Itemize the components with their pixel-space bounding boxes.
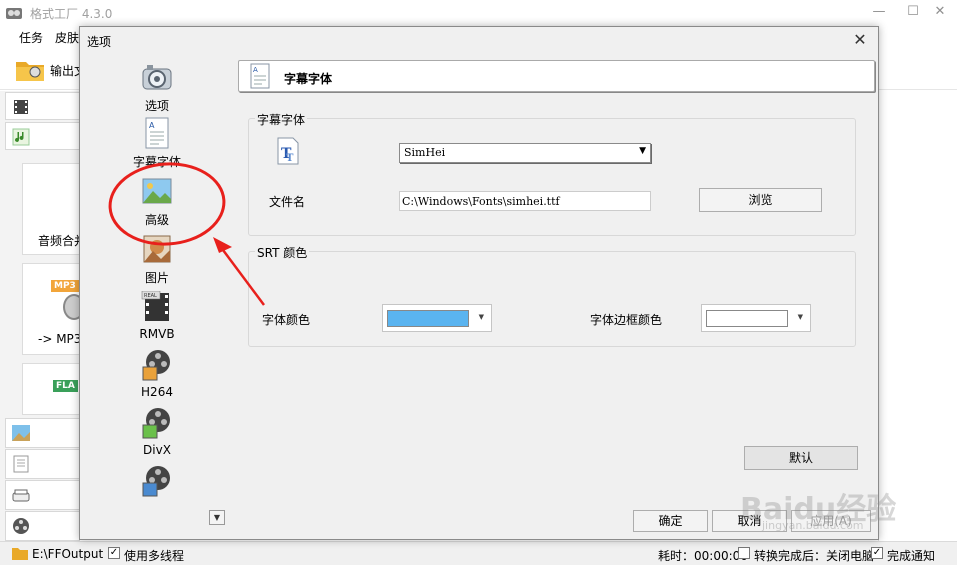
nav-item-divx[interactable]: DivX	[115, 407, 199, 463]
subtitle-font-group: 字幕字体 T T SimHei ▼ 文件名 C:\Windows\Fonts\s…	[248, 111, 856, 236]
font-color-picker[interactable]: ▼	[382, 304, 492, 332]
minimize-icon[interactable]: —	[867, 4, 891, 22]
dialog-close-icon[interactable]: ✕	[850, 30, 870, 49]
nav-item-subtitle-font[interactable]: A 字幕字体	[115, 117, 199, 173]
svg-text:A: A	[149, 121, 155, 130]
options-nav: 选项 A 字幕字体 高级 图片 REAL RMVB H264 DivX ▼	[80, 57, 230, 525]
picture-icon	[143, 235, 171, 263]
nav-label-advanced: 高级	[144, 213, 169, 227]
border-color-swatch	[706, 310, 788, 327]
srt-color-group-title: SRT 颜色	[255, 244, 310, 261]
video-category-icon	[14, 100, 28, 114]
default-button[interactable]: 默认	[744, 446, 858, 470]
tools-film-icon	[13, 518, 29, 534]
statusbar: E:\FFOutput ✓ 使用多线程 耗时：00:00:00 转换完成后：关闭…	[0, 541, 957, 565]
chevron-down-icon: ▼	[797, 313, 803, 321]
tile-fla[interactable]: FLA	[22, 363, 80, 415]
border-color-picker[interactable]: ▼	[701, 304, 811, 332]
chevron-down-icon: ▼	[639, 146, 646, 156]
chevron-down-icon: ▼	[478, 313, 484, 321]
nav-item-options[interactable]: 选项	[115, 61, 199, 117]
multithread-label: 使用多线程	[124, 549, 185, 563]
nav-label-h264: H264	[141, 385, 173, 399]
maximize-icon[interactable]: ☐	[901, 4, 925, 22]
category-audio-tab[interactable]	[5, 122, 80, 150]
font-file-value: C:\Windows\Fonts\simhei.ttf	[402, 195, 560, 208]
app-logo-icon	[6, 8, 22, 19]
nav-label-subtitle-font: 字幕字体	[132, 155, 181, 169]
multithread-checkbox[interactable]: ✓	[108, 547, 120, 559]
elapsed-time: 耗时：00:00:00	[658, 549, 748, 563]
after-convert-label: 转换完成后：关闭电脑	[754, 549, 875, 563]
category-document-tab[interactable]	[5, 449, 80, 479]
close-icon[interactable]: ✕	[928, 4, 952, 22]
status-output-path[interactable]: E:\FFOutput	[32, 547, 103, 561]
divx-film-icon	[142, 408, 170, 439]
nav-item-advanced[interactable]: 高级	[115, 175, 199, 231]
after-convert-checkbox[interactable]	[738, 547, 750, 559]
film-icon	[142, 466, 170, 497]
font-select[interactable]: SimHei ▼	[399, 143, 651, 163]
nav-item-h264[interactable]: H264	[115, 349, 199, 405]
mp3-badge: MP3	[51, 280, 79, 292]
output-folder-icon[interactable]	[15, 58, 45, 82]
category-panel: 音频合并 MP3 -> MP3 FLA	[0, 91, 86, 541]
category-tools-tab[interactable]	[5, 511, 80, 541]
options-dialog: 选项 ✕ 选项 A 字幕字体 高级 图片 REAL RMVB H264 DivX…	[79, 26, 879, 540]
tile-mp3-label: -> MP3	[38, 332, 82, 346]
category-disc-tab[interactable]	[5, 480, 80, 510]
notify-label: 完成通知	[887, 549, 936, 563]
svg-text:REAL: REAL	[144, 293, 157, 299]
browse-button[interactable]: 浏览	[699, 188, 822, 212]
disc-drive-icon	[12, 489, 30, 502]
nav-item-rmvb[interactable]: REAL RMVB	[115, 291, 199, 347]
nav-item-picture[interactable]: 图片	[115, 233, 199, 289]
subtitle-doc-icon: A	[250, 63, 270, 89]
category-picture-tab[interactable]	[5, 418, 80, 448]
app-title: 格式工厂 4.3.0	[30, 7, 113, 21]
main-titlebar: 格式工厂 4.3.0 — ☐ ✕	[0, 0, 957, 26]
nav-label-divx: DivX	[143, 443, 171, 457]
nav-scroll-down-icon[interactable]: ▼	[209, 510, 225, 525]
menu-skin[interactable]: 皮肤	[55, 29, 79, 46]
font-file-field[interactable]: C:\Windows\Fonts\simhei.ttf	[399, 191, 651, 211]
nav-label-picture: 图片	[144, 271, 169, 285]
srt-color-group: SRT 颜色 字体颜色 ▼ 字体边框颜色 ▼	[248, 244, 856, 347]
gear-icon	[142, 65, 172, 90]
document-category-icon	[13, 455, 29, 473]
category-video-tab[interactable]	[5, 92, 80, 120]
dialog-title: 选项	[87, 35, 112, 49]
svg-text:A: A	[253, 66, 258, 74]
nav-label-rmvb: RMVB	[139, 327, 175, 341]
font-color-swatch	[387, 310, 469, 327]
section-title: 字幕字体	[284, 72, 333, 86]
nav-label-options: 选项	[144, 99, 169, 113]
svg-text:T: T	[286, 153, 294, 164]
baidu-watermark-sub: jingyan.baidu.com	[762, 519, 864, 532]
landscape-image-icon	[142, 178, 172, 204]
ok-button[interactable]: 确定	[633, 510, 708, 532]
nav-item-film[interactable]	[115, 465, 199, 497]
fla-badge: FLA	[53, 380, 78, 392]
truetype-font-icon: T T	[277, 137, 299, 165]
h264-film-icon	[142, 350, 170, 381]
subtitle-font-group-title: 字幕字体	[255, 111, 308, 128]
picture-category-icon	[12, 425, 30, 441]
music-note-icon	[12, 128, 30, 146]
font-color-label: 字体颜色	[262, 313, 311, 327]
notify-checkbox[interactable]: ✓	[871, 547, 883, 559]
font-select-value: SimHei	[404, 146, 446, 159]
subtitle-doc-icon: A	[145, 117, 169, 149]
menu-task[interactable]: 任务	[19, 29, 43, 46]
border-color-label: 字体边框颜色	[590, 313, 663, 327]
rmvb-film-icon: REAL	[141, 291, 169, 321]
file-name-label: 文件名	[269, 195, 306, 209]
section-header: A 字幕字体	[238, 60, 875, 92]
task-list-area	[878, 91, 957, 541]
output-folder-status-icon	[12, 548, 28, 560]
